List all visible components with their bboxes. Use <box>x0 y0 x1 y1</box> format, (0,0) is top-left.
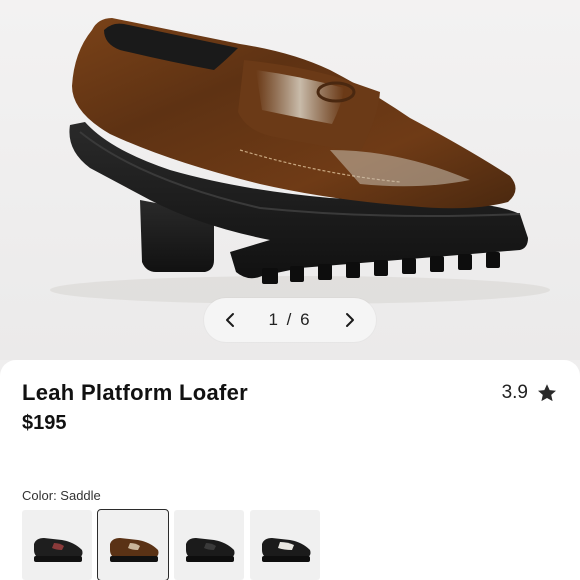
loafer-thumbnail <box>34 538 83 562</box>
chevron-left-icon <box>226 313 234 327</box>
product-price: $195 <box>22 412 67 434</box>
swatch-black-red[interactable] <box>22 510 92 580</box>
product-rating[interactable]: 3.9 <box>502 382 558 404</box>
product-title: Leah Platform Loafer <box>22 380 249 405</box>
swatch-black-chalk[interactable] <box>250 510 320 580</box>
color-label: Color: Saddle <box>22 488 101 503</box>
image-counter: 1 / 6 <box>268 310 312 329</box>
loafer-thumbnail <box>262 538 311 562</box>
rating-value: 3.9 <box>501 382 528 403</box>
gallery-pager: 1 / 6 <box>204 298 376 342</box>
loafer-thumbnail <box>186 538 235 562</box>
next-image-button[interactable] <box>338 308 362 332</box>
color-swatches <box>22 509 320 580</box>
swatch-black[interactable] <box>174 510 244 580</box>
selected-color-name: Saddle <box>60 488 101 503</box>
loafer-thumbnail <box>110 538 159 562</box>
swatch-saddle[interactable] <box>97 509 169 580</box>
chevron-right-icon <box>346 313 354 327</box>
previous-image-button[interactable] <box>218 308 242 332</box>
color-label-prefix: Color: <box>22 488 61 503</box>
star-icon <box>538 384 556 402</box>
product-image-gallery[interactable]: 1 / 6 <box>0 0 580 360</box>
product-details-sheet: Leah Platform Loafer $195 3.9 Color: Sad… <box>0 360 580 580</box>
